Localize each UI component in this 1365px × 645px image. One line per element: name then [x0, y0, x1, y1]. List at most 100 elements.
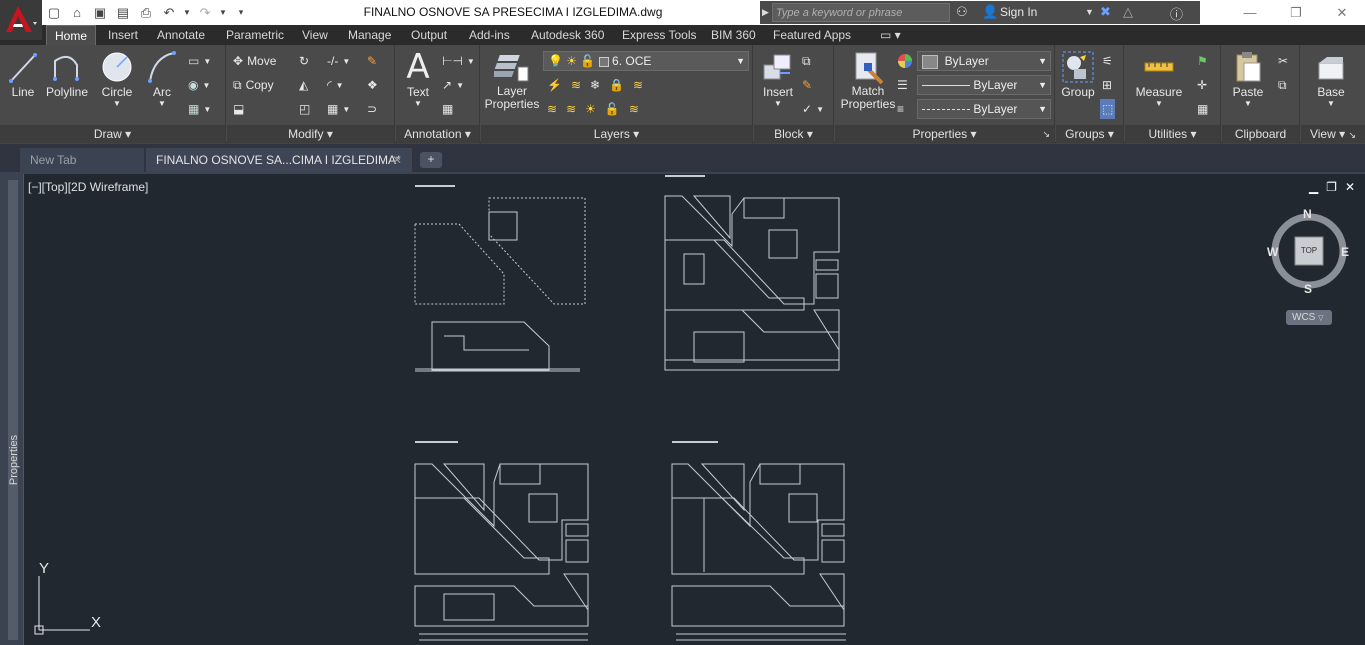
view-panel-title[interactable]: View ▾ ↘ — [1301, 125, 1365, 143]
arc-button[interactable]: Arc ▼ — [144, 49, 180, 108]
group-selection-tool[interactable]: ⬚ — [1100, 99, 1116, 119]
erase-button[interactable]: ✎ — [367, 51, 377, 71]
tab-home[interactable]: Home — [46, 25, 97, 45]
mirror-button[interactable]: ◭ — [299, 75, 308, 95]
modify-panel-title[interactable]: Modify ▾ — [227, 125, 394, 143]
tab-add-ins[interactable]: Add-ins — [461, 25, 518, 45]
tab-manage[interactable]: Manage — [340, 25, 399, 45]
arc-dropdown-icon[interactable]: ▼ — [144, 99, 180, 108]
create-block-tool[interactable]: ⧉ — [802, 51, 811, 71]
tab-drawing-file[interactable]: FINALNO OSNOVE SA...CIMA I IZGLEDIMA* ✕ — [146, 148, 412, 172]
layer-make-current-icon[interactable]: ≋ — [547, 102, 557, 116]
attribute-tool[interactable]: ✓ ▼ — [802, 99, 824, 119]
print-icon[interactable]: ⎙ — [136, 3, 156, 23]
minimize-icon[interactable]: — — [1227, 0, 1273, 25]
help-icon[interactable]: ⓘ — [1170, 4, 1183, 23]
close-tab-icon[interactable]: ✕ — [392, 148, 402, 172]
point-tool[interactable]: ✛ — [1197, 75, 1207, 95]
utilities-panel-title[interactable]: Utilities ▾ — [1125, 125, 1220, 143]
quick-select-tool[interactable]: ⚑ — [1197, 51, 1208, 71]
close-icon[interactable]: ✕ — [1319, 0, 1365, 25]
compass-north[interactable]: N — [1303, 207, 1312, 221]
offset-button[interactable]: ⊃ — [367, 99, 377, 119]
paste-dropdown-icon[interactable]: ▼ — [1228, 99, 1268, 108]
customize-qat-icon[interactable]: ▾ — [231, 3, 251, 23]
exchange-apps-icon[interactable]: ✖ — [1100, 4, 1111, 20]
ungroup-tool[interactable]: ⚟ — [1102, 51, 1113, 71]
layer-properties-button[interactable]: Layer Properties — [483, 49, 541, 111]
copy-clip-tool[interactable]: ⧉ — [1278, 75, 1287, 95]
hatch-tool[interactable]: ◉ ▼ — [188, 75, 210, 95]
circle-button[interactable]: Circle ▼ — [96, 49, 138, 108]
undo-dropdown-icon[interactable]: ▼ — [182, 3, 192, 23]
layer-unlock-icon[interactable]: 🔓 — [605, 102, 620, 116]
text-dropdown-icon[interactable]: ▼ — [400, 99, 436, 108]
layer-isolate-icon[interactable]: ≋ — [571, 78, 581, 92]
compass-west[interactable]: W — [1267, 245, 1278, 259]
annotation-panel-title[interactable]: Annotation ▾ — [396, 125, 479, 143]
base-button[interactable]: Base ▼ — [1311, 49, 1351, 108]
new-file-icon[interactable]: ▢ — [44, 3, 64, 23]
circle-dropdown-icon[interactable]: ▼ — [96, 99, 138, 108]
color-dropdown[interactable]: ByLayer ▼ — [917, 51, 1051, 71]
viewcube-top-face[interactable]: TOP — [1297, 246, 1321, 255]
explode-button[interactable]: ❖ — [367, 75, 378, 95]
autodesk-a360-icon[interactable]: △ — [1123, 4, 1133, 20]
layer-lock-tool-icon[interactable]: 🔒 — [609, 78, 624, 92]
dimension-tool[interactable]: ⊢⊣ ▼ — [442, 51, 475, 71]
open-folder-icon[interactable]: ⌂ — [67, 3, 87, 23]
measure-dropdown-icon[interactable]: ▼ — [1131, 99, 1187, 108]
base-dropdown-icon[interactable]: ▼ — [1311, 99, 1351, 108]
tab-express-tools[interactable]: Express Tools — [614, 25, 704, 45]
trim-button[interactable]: -/- ▼ — [327, 51, 350, 71]
linetype-dropdown[interactable]: ByLayer ▼ — [917, 75, 1051, 95]
group-edit-tool[interactable]: ⊞ — [1102, 75, 1112, 95]
viewcube[interactable]: N S E W TOP WCS ▽ — [1267, 207, 1349, 329]
tab-annotate[interactable]: Annotate — [149, 25, 213, 45]
wcs-menu[interactable]: WCS ▽ — [1286, 310, 1332, 325]
drawing-viewport[interactable]: [−][Top][2D Wireframe] ▁ ❐ ✕ Y X N S E W… — [24, 174, 1365, 645]
tab-parametric[interactable]: Parametric — [218, 25, 292, 45]
text-button[interactable]: A Text ▼ — [400, 49, 436, 108]
sign-in-dropdown-icon[interactable]: ▼ — [1085, 7, 1094, 17]
groups-panel-title[interactable]: Groups ▾ — [1056, 125, 1123, 143]
draw-panel-title[interactable]: Draw ▾ — [0, 125, 225, 143]
layer-thaw-all-icon[interactable]: ☀ — [585, 102, 596, 116]
block-panel-title[interactable]: Block ▾ — [754, 125, 833, 143]
tab-insert[interactable]: Insert — [100, 25, 146, 45]
copy-button[interactable]: ⧉ Copy — [233, 75, 274, 95]
measure-button[interactable]: Measure ▼ — [1131, 49, 1187, 108]
layer-off-icon[interactable]: ⚡ — [547, 78, 562, 92]
redo-dropdown-icon[interactable]: ▼ — [218, 3, 228, 23]
fillet-button[interactable]: ◜ ▼ — [327, 75, 344, 95]
sign-in-link[interactable]: Sign In — [1000, 5, 1037, 19]
compass-south[interactable]: S — [1304, 282, 1312, 296]
properties-launcher-icon[interactable]: ↘ — [1042, 125, 1050, 143]
polyline-button[interactable]: Polyline — [42, 49, 92, 99]
layer-freeze-icon[interactable]: ❄ — [590, 78, 600, 92]
search-input[interactable] — [772, 3, 950, 22]
array-button[interactable]: ▦ ▼ — [327, 99, 350, 119]
scale-button[interactable]: ◰ — [299, 99, 310, 119]
cut-tool[interactable]: ✂ — [1278, 51, 1288, 71]
rotate-button[interactable]: ↻ — [299, 51, 309, 71]
insert-dropdown-icon[interactable]: ▼ — [758, 99, 798, 108]
properties-panel-title[interactable]: Properties ▾ ↘ — [835, 125, 1054, 143]
layer-unisolate-icon[interactable]: ≋ — [566, 102, 576, 116]
tab-bim-360[interactable]: BIM 360 — [703, 25, 764, 45]
rectangle-tool[interactable]: ▭ ▼ — [188, 51, 211, 71]
user-icon[interactable]: 👤 — [982, 4, 998, 20]
compass-east[interactable]: E — [1341, 245, 1349, 259]
edit-block-tool[interactable]: ✎ — [802, 75, 812, 95]
tab-featured-apps[interactable]: Featured Apps — [765, 25, 859, 45]
layer-match-icon[interactable]: ≋ — [633, 78, 643, 92]
region-tool[interactable]: ▦ ▼ — [188, 99, 211, 119]
move-button[interactable]: ✥ Move — [233, 51, 276, 71]
stretch-button[interactable]: ⬓ — [233, 99, 244, 119]
tab-new-tab[interactable]: New Tab — [20, 148, 144, 172]
paste-button[interactable]: Paste ▼ — [1228, 49, 1268, 108]
add-tab-button[interactable]: + — [420, 152, 442, 168]
save-icon[interactable]: ▣ — [90, 3, 110, 23]
group-button[interactable]: Group — [1058, 49, 1098, 99]
line-button[interactable]: Line — [6, 49, 40, 99]
